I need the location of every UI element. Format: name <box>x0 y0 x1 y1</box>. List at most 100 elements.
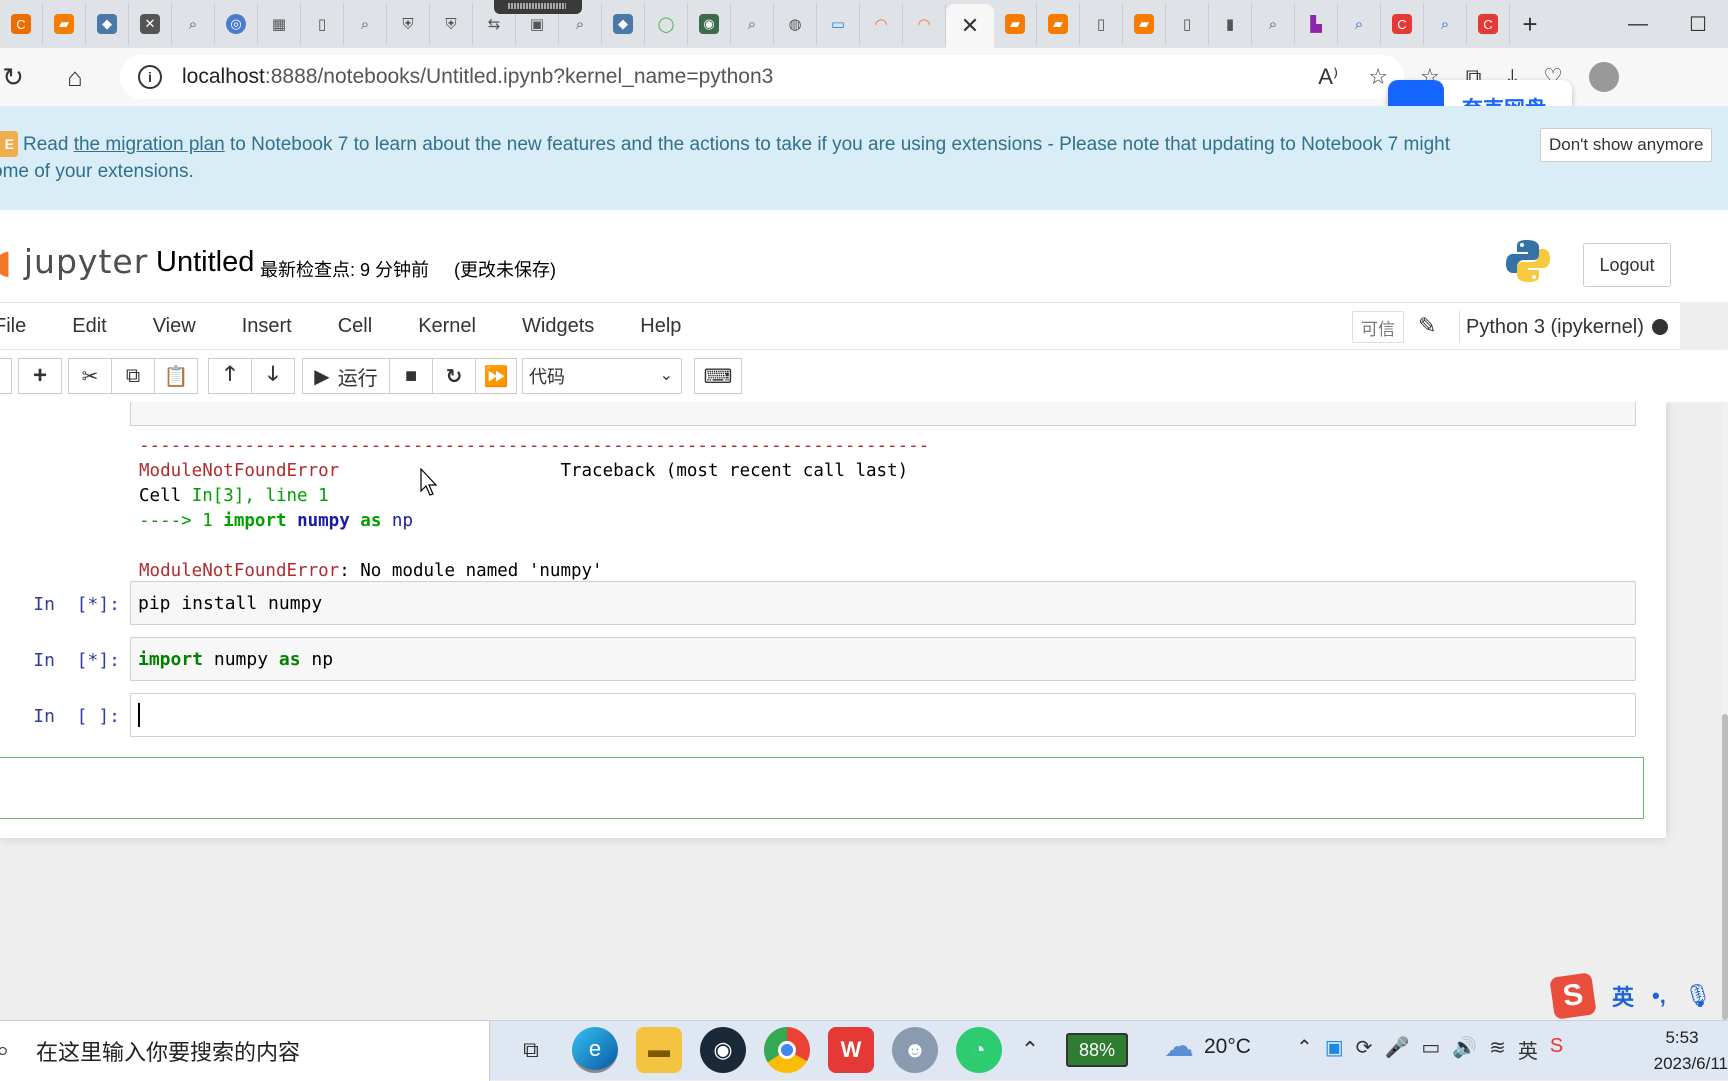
insert-cell-button[interactable]: + <box>18 358 62 394</box>
cell-input-active[interactable] <box>130 693 1636 737</box>
taskbar-search-placeholder[interactable]: 在这里输入你要搜索的内容 <box>36 1035 300 1067</box>
wechat-icon[interactable]: ◔ <box>956 1027 1002 1073</box>
tab-27[interactable]: ▰ <box>1123 4 1166 44</box>
logout-button[interactable]: Logout <box>1583 243 1671 287</box>
ime-toolbar[interactable]: S 英 •, 🎙 ⌨ <box>1549 972 1728 1020</box>
tab-18[interactable]: ⌕ <box>731 4 774 44</box>
address-bar[interactable]: i localhost:8888/notebooks/Untitled.ipyn… <box>120 55 1404 99</box>
system-clock[interactable]: 5:53 2023/6/11 <box>1636 1025 1728 1077</box>
cell-input[interactable]: import numpy as np <box>130 637 1636 681</box>
save-button[interactable] <box>0 358 12 394</box>
menu-cell[interactable]: Cell <box>338 315 372 338</box>
wifi-icon[interactable]: ≋ <box>1489 1035 1506 1064</box>
code-cell[interactable]: In [*]: pip install numpy <box>0 581 1666 637</box>
jupyter-logo[interactable]: ◖ jupyter <box>0 242 148 281</box>
favorite-star-icon[interactable]: ☆ <box>1368 64 1388 90</box>
interrupt-button[interactable]: ■ <box>389 358 433 394</box>
tab-20[interactable]: ▭ <box>817 4 860 44</box>
tab-29[interactable]: ▮ <box>1209 4 1252 44</box>
move-down-button[interactable]: 🡓 <box>251 358 295 394</box>
tab-26[interactable]: ▯ <box>1080 4 1123 44</box>
tab-11[interactable]: ⛨ <box>430 4 473 44</box>
menu-insert[interactable]: Insert <box>242 315 292 338</box>
tab-22[interactable]: ◠ <box>903 4 946 44</box>
restart-button[interactable]: ↻ <box>432 358 476 394</box>
move-up-button[interactable]: 🡑 <box>208 358 252 394</box>
punctuation-icon[interactable]: •, <box>1652 983 1666 1009</box>
tab-21[interactable]: ◠ <box>860 4 903 44</box>
cell-type-select[interactable]: 代码 ⌄ <box>522 358 682 394</box>
tab-25[interactable]: ▰ <box>1037 4 1080 44</box>
chrome-icon[interactable] <box>764 1027 810 1073</box>
tab-17[interactable]: ◉ <box>688 4 731 44</box>
tab-1[interactable]: C <box>0 4 43 44</box>
tab-32[interactable]: ⌕ <box>1338 4 1381 44</box>
tab-19[interactable]: ◍ <box>774 4 817 44</box>
tab-31[interactable]: ▙ <box>1295 4 1338 44</box>
tab-16[interactable]: ◯ <box>645 4 688 44</box>
battery-indicator[interactable]: 88% <box>1066 1033 1128 1067</box>
tab-active[interactable]: ✕ <box>946 4 994 48</box>
site-info-icon[interactable]: i <box>138 65 162 89</box>
edge-icon[interactable]: e <box>572 1027 618 1073</box>
page-scrollbar[interactable] <box>1722 402 1728 1020</box>
tab-34[interactable]: ⌕ <box>1424 4 1467 44</box>
microphone-icon[interactable]: 🎙 <box>1684 983 1712 1009</box>
menu-help[interactable]: Help <box>640 315 681 338</box>
taskbar-search[interactable]: ⌕ 在这里输入你要搜索的内容 <box>0 1021 490 1081</box>
notebook-name[interactable]: Untitled <box>156 246 254 279</box>
tab-24[interactable]: ▰ <box>994 4 1037 44</box>
steam-icon[interactable]: ◉ <box>700 1027 746 1073</box>
kernel-name[interactable]: Python 3 (ipykernel) <box>1459 311 1644 343</box>
volume-icon[interactable]: 🔊 <box>1452 1035 1477 1064</box>
menu-file[interactable]: File <box>0 315 26 338</box>
trusted-badge[interactable]: 可信 <box>1352 311 1404 343</box>
close-tab-icon[interactable]: ✕ <box>961 13 979 39</box>
tab-30[interactable]: ⌕ <box>1252 4 1295 44</box>
sync-icon[interactable]: ⟳ <box>1356 1035 1373 1064</box>
weather-widget[interactable]: ☁ 20°C <box>1164 1029 1251 1064</box>
app-tray-icon[interactable]: ▣ <box>1325 1035 1344 1064</box>
tab-7[interactable]: ▦ <box>258 4 301 44</box>
maximize-button[interactable]: ☐ <box>1668 0 1728 48</box>
tab-6[interactable]: ◎ <box>215 4 258 44</box>
user-app-icon[interactable]: ☻ <box>892 1027 938 1073</box>
tab-2[interactable]: ▰ <box>43 4 86 44</box>
refresh-icon[interactable]: ↻ <box>0 57 38 97</box>
tab-15[interactable]: ◆ <box>602 4 645 44</box>
dont-show-anymore-button[interactable]: Don't show anymore <box>1540 128 1713 162</box>
tab-33[interactable]: C <box>1381 4 1424 44</box>
minimize-button[interactable]: — <box>1608 0 1668 48</box>
cell-input[interactable]: pip install numpy <box>130 581 1636 625</box>
tab-10[interactable]: ⛨ <box>387 4 430 44</box>
tab-35[interactable]: C <box>1467 4 1510 44</box>
show-hidden-icons[interactable]: ⌃ <box>1296 1035 1313 1064</box>
menu-widgets[interactable]: Widgets <box>522 315 594 338</box>
command-palette-button[interactable]: ⌨ <box>694 358 742 394</box>
tab-8[interactable]: ▯ <box>301 4 344 44</box>
ime-language[interactable]: 英 <box>1612 980 1634 1012</box>
copy-button[interactable]: ⧉ <box>111 358 155 394</box>
code-cell-active[interactable]: In [ ]: <box>0 693 1666 749</box>
menu-kernel[interactable]: Kernel <box>418 315 476 338</box>
url-text[interactable]: localhost:8888/notebooks/Untitled.ipynb?… <box>182 65 773 89</box>
code-cell[interactable]: In [*]: import numpy as np <box>0 637 1666 693</box>
cut-button[interactable]: ✂ <box>68 358 112 394</box>
read-aloud-icon[interactable]: A⁾ <box>1318 64 1338 90</box>
battery-icon[interactable]: ▭ <box>1421 1035 1440 1064</box>
run-button[interactable]: ▶ 运行 <box>302 358 390 394</box>
new-tab-button[interactable]: + <box>1510 9 1550 40</box>
ime-mode-icon[interactable]: 英 <box>1518 1035 1538 1064</box>
tab-9[interactable]: ⌕ <box>344 4 387 44</box>
file-explorer-icon[interactable]: ▬ <box>636 1027 682 1073</box>
previous-cell-input[interactable] <box>130 402 1636 426</box>
pencil-icon[interactable]: ✎ <box>1418 313 1436 339</box>
paste-button[interactable]: 📋 <box>154 358 198 394</box>
migration-plan-link[interactable]: the migration plan <box>74 134 225 155</box>
menu-edit[interactable]: Edit <box>72 315 106 338</box>
wps-icon[interactable]: W <box>828 1027 874 1073</box>
tab-28[interactable]: ▯ <box>1166 4 1209 44</box>
microphone-icon[interactable]: 🎤 <box>1384 1035 1409 1064</box>
sogou-tray-icon[interactable]: S <box>1550 1035 1563 1064</box>
home-icon[interactable]: ⌂ <box>50 57 100 97</box>
